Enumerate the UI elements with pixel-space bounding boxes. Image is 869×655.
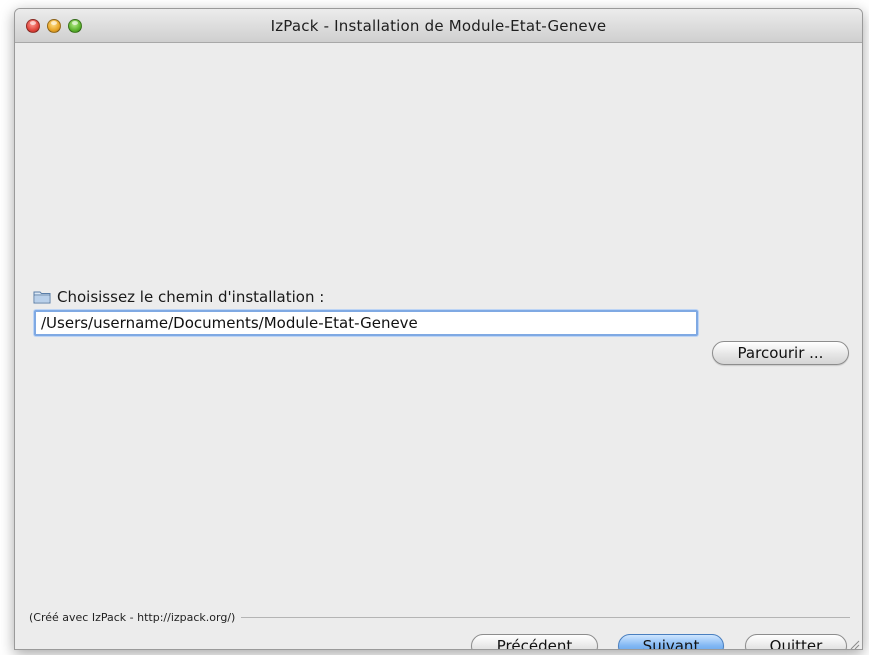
install-path-input[interactable] bbox=[34, 310, 698, 336]
install-path-label-row: Choisissez le chemin d'installation : bbox=[33, 288, 324, 306]
previous-button[interactable]: Précédent bbox=[471, 634, 598, 649]
window-title: IzPack - Installation de Module-Etat-Gen… bbox=[270, 17, 607, 35]
credit-separator bbox=[241, 616, 850, 618]
next-button[interactable]: Suivant bbox=[618, 634, 724, 649]
folder-icon bbox=[33, 290, 51, 304]
title-bar[interactable]: IzPack - Installation de Module-Etat-Gen… bbox=[15, 9, 862, 43]
installer-panel: Choisissez le chemin d'installation : Pa… bbox=[15, 44, 862, 649]
installer-window: IzPack - Installation de Module-Etat-Gen… bbox=[14, 8, 863, 650]
quit-button[interactable]: Quitter bbox=[745, 634, 847, 649]
resize-grip-icon[interactable] bbox=[848, 635, 860, 649]
install-path-label: Choisissez le chemin d'installation : bbox=[57, 288, 325, 306]
browse-button[interactable]: Parcourir ... bbox=[712, 341, 849, 365]
credit-row: (Créé avec IzPack - http://izpack.org/) bbox=[29, 610, 850, 624]
izpack-credit: (Créé avec IzPack - http://izpack.org/) bbox=[29, 610, 236, 624]
